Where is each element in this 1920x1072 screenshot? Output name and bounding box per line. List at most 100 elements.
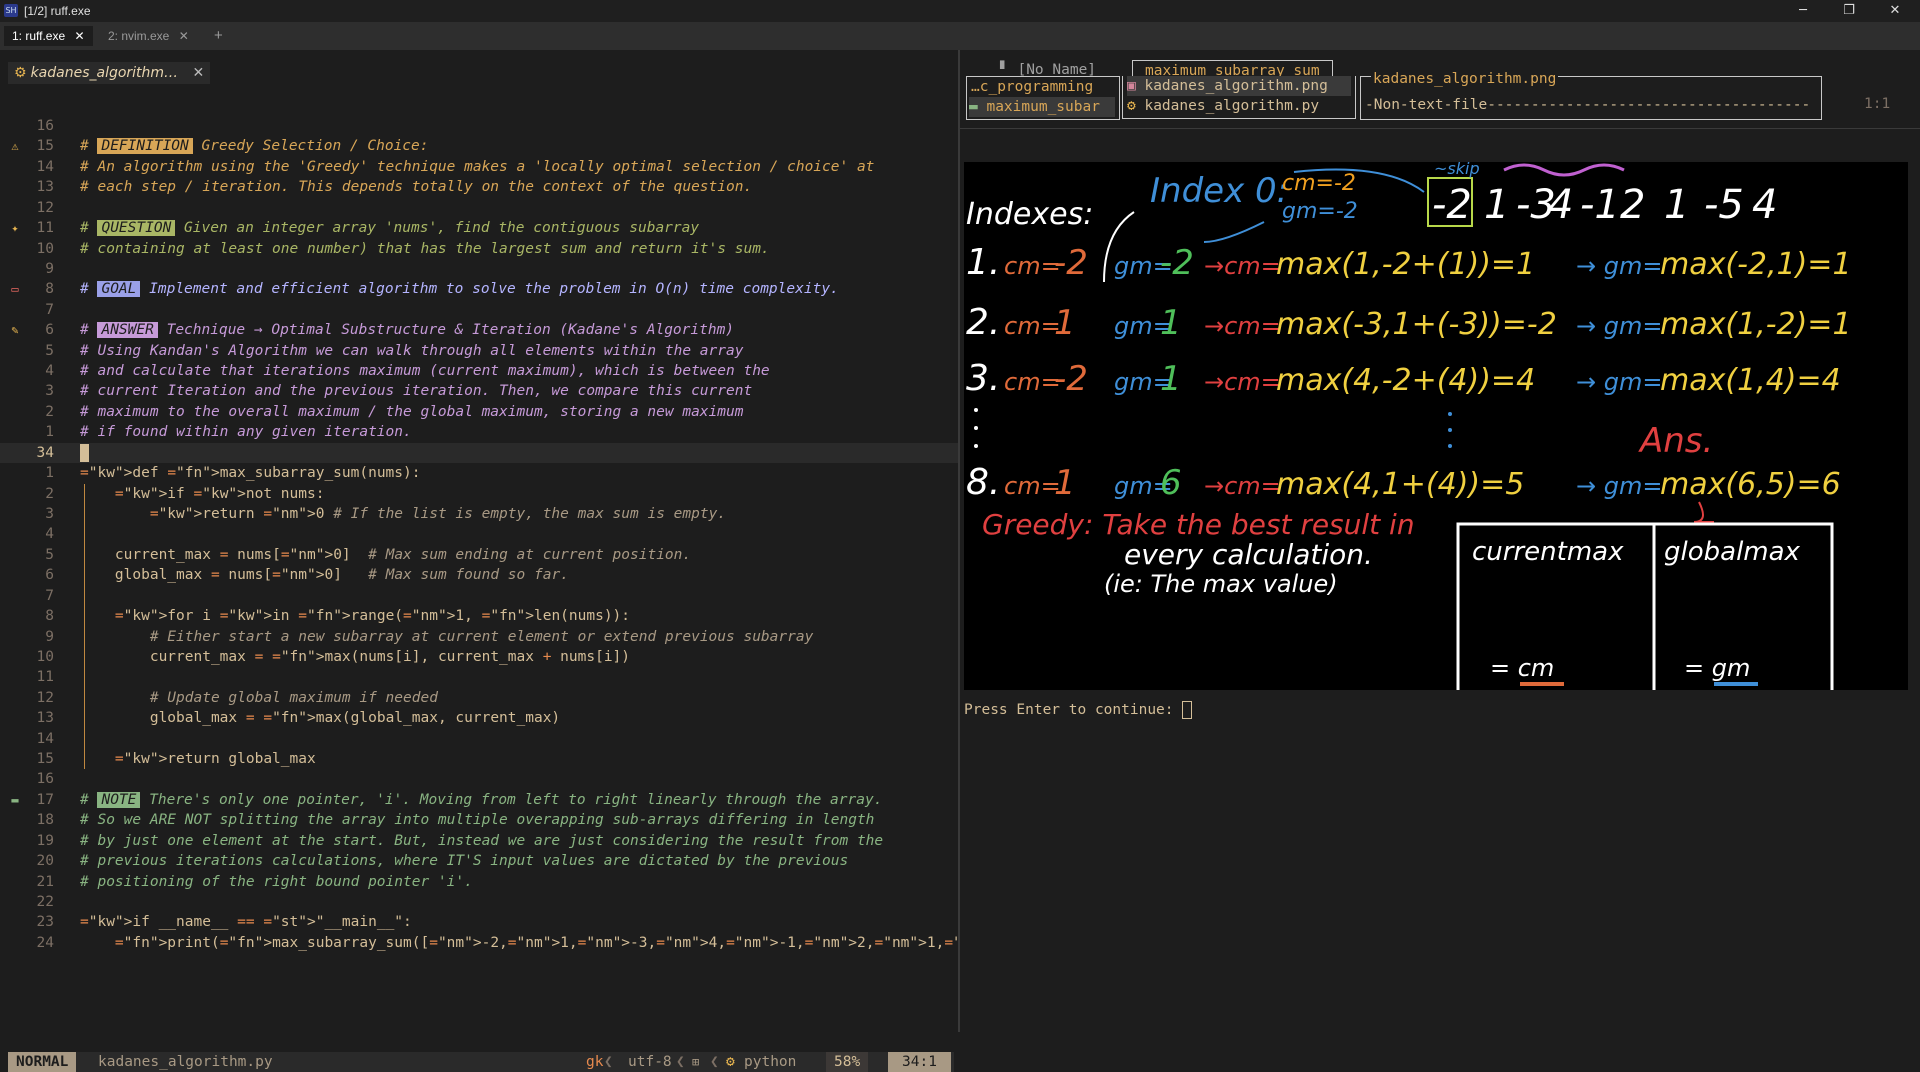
line-text: # An algorithm using the 'Greedy' techni… bbox=[80, 158, 875, 175]
code-line[interactable]: 19 # by just one element at the start. Bu… bbox=[0, 831, 960, 851]
code-line[interactable]: 2 ="kw">if ="kw">not nums: bbox=[0, 484, 960, 504]
code-line[interactable]: 10 # containing at least one number) that… bbox=[0, 239, 960, 259]
current-dir-item[interactable]: ▬ maximum_subar bbox=[969, 97, 1115, 117]
code-line[interactable]: 16 bbox=[0, 769, 960, 789]
code-line[interactable]: 7 bbox=[0, 586, 960, 606]
whiteboard-row-text: 1 bbox=[1054, 463, 1076, 503]
code-line[interactable]: 14 bbox=[0, 729, 960, 749]
whiteboard-row-text: cm= bbox=[1004, 252, 1061, 280]
file-item-png[interactable]: ▣ kadanes_algorithm.png bbox=[1127, 76, 1351, 96]
code-line[interactable]: 15 ="kw">return global_max bbox=[0, 749, 960, 769]
whiteboard-row-text: 2. bbox=[966, 302, 1000, 343]
parent-column[interactable]: …c_programming ▬ maximum_subar bbox=[966, 76, 1120, 120]
minimize-button[interactable]: ─ bbox=[1780, 0, 1826, 22]
code-line[interactable]: 24 ="fn">print(="fn">max_subarray_sum([=… bbox=[0, 933, 1111, 953]
whiteboard-row-text: cm= bbox=[1004, 368, 1061, 396]
files-column[interactable]: ▣ kadanes_algorithm.png ⚙ kadanes_algori… bbox=[1122, 76, 1356, 119]
code-line[interactable]: 21 # positioning of the right bound point… bbox=[0, 872, 960, 892]
index0-label: Index 0: bbox=[1150, 171, 1288, 211]
diagnostic-sign-icon[interactable]: ▭ bbox=[7, 279, 23, 299]
whiteboard-row-text: max(-2,1)=1 bbox=[1660, 247, 1852, 282]
code-line[interactable]: 9 # Either start a new subarray at curre… bbox=[0, 627, 960, 647]
diagnostic-sign-icon[interactable]: ✎ bbox=[7, 320, 23, 340]
editor-pane[interactable]: ⚙ kadanes_algorithm… ✕ 16 15 # DEFINITION G… bbox=[0, 50, 1111, 1072]
code-line[interactable]: 3 ="kw">return ="nm">0 # If the list is … bbox=[0, 504, 960, 524]
buffer-close-icon[interactable]: ✕ bbox=[193, 65, 205, 81]
file-item-py[interactable]: ⚙ kadanes_algorithm.py bbox=[1127, 96, 1319, 116]
maximize-button[interactable]: ❐ bbox=[1826, 0, 1872, 22]
status-filename: kadanes_algorithm.py bbox=[98, 1054, 273, 1070]
new-tab-button[interactable]: + bbox=[206, 26, 231, 46]
code-line[interactable]: 2 # maximum to the overall maximum / the … bbox=[0, 402, 960, 422]
line-number: 12 bbox=[36, 689, 54, 706]
folder-icon: ▬ bbox=[969, 99, 987, 115]
code-line[interactable]: 3 # current Iteration and the previous it… bbox=[0, 381, 960, 401]
diagnostic-sign-icon[interactable]: ⚠ bbox=[7, 136, 23, 156]
code-line[interactable]: 13 global_max = ="fn">max(global_max, cu… bbox=[0, 708, 960, 728]
line-number: 5 bbox=[45, 546, 54, 563]
buffer-tab[interactable]: ⚙ kadanes_algorithm… ✕ bbox=[8, 62, 211, 84]
table-value-current: = cm bbox=[1490, 654, 1554, 682]
code-line[interactable]: 9 bbox=[0, 259, 960, 279]
line-text: ="kw">if __name__ == ="st">"__main__": bbox=[80, 914, 412, 931]
code-line[interactable]: 11 bbox=[0, 667, 960, 687]
parent-dir-item[interactable]: …c_programming bbox=[971, 77, 1093, 97]
window-titlebar: SH [1/2] ruff.exe ─ ❐ ✕ bbox=[0, 0, 1920, 22]
close-window-button[interactable]: ✕ bbox=[1872, 0, 1918, 22]
whiteboard-row-text: 6 bbox=[1160, 463, 1182, 503]
array-value: 4 bbox=[1752, 182, 1777, 228]
code-line[interactable]: 22 bbox=[0, 892, 960, 912]
line-number: 3 bbox=[45, 383, 54, 400]
line-text: # containing at least one number) that h… bbox=[80, 240, 770, 257]
code-line[interactable]: 10 current_max = ="fn">max(nums[i], curr… bbox=[0, 647, 960, 667]
line-number: 5 bbox=[45, 342, 54, 359]
array-value: 1 bbox=[1484, 182, 1509, 228]
code-line[interactable]: 34 bbox=[0, 442, 960, 463]
code-line[interactable]: 12 bbox=[0, 198, 960, 218]
line-number: 2 bbox=[45, 403, 54, 420]
code-line[interactable]: 8 ="kw">for i ="kw">in ="fn">range(="nm"… bbox=[0, 606, 960, 626]
python-icon: ⚙ bbox=[1127, 98, 1145, 114]
code-line[interactable]: 5 current_max = nums[="nm">0] # Max sum … bbox=[0, 545, 960, 565]
code-line[interactable]: 4 bbox=[0, 524, 960, 544]
whiteboard-row-text: 1 bbox=[1160, 359, 1182, 399]
code-line[interactable]: 4 # and calculate that iterations maximum… bbox=[0, 361, 960, 381]
code-line[interactable]: 18 # So we ARE NOT splitting the array in… bbox=[0, 810, 960, 830]
diagnostic-sign-icon[interactable]: ✦ bbox=[7, 218, 23, 238]
line-text: ="kw">for i ="kw">in ="fn">range(="nm">1… bbox=[114, 608, 631, 625]
array-value: 2 bbox=[1620, 182, 1645, 228]
line-number: 23 bbox=[36, 914, 54, 931]
code-line[interactable]: 5 # Using Kandan's Algorithm we can walk … bbox=[0, 341, 960, 361]
code-line[interactable]: 6 global_max = nums[="nm">0] # Max sum f… bbox=[0, 565, 960, 585]
status-filetype: python bbox=[744, 1054, 797, 1070]
tab-label: 2: nvim.exe bbox=[108, 29, 170, 43]
code-line[interactable]: 13 # each step / iteration. This depends … bbox=[0, 177, 960, 197]
code-line[interactable]: 16 bbox=[0, 116, 960, 136]
tab-close-icon[interactable]: ✕ bbox=[179, 29, 189, 43]
line-text: current_max = nums[="nm">0] # Max sum en… bbox=[80, 546, 692, 563]
line-number: 7 bbox=[45, 587, 54, 604]
array-value: -2 bbox=[1432, 182, 1472, 228]
code-line[interactable]: 23 ="kw">if __name__ == ="st">"__main__": bbox=[0, 912, 960, 932]
line-number: 10 bbox=[36, 240, 54, 257]
preview-title: kadanes_algorithm.png bbox=[1371, 69, 1559, 89]
tab-ruff[interactable]: 1: ruff.exe ✕ bbox=[4, 26, 93, 46]
greedy-line1: Greedy: Take the best result in bbox=[982, 508, 1415, 541]
code-line[interactable]: 1 # if found within any given iteration. bbox=[0, 422, 960, 442]
code-line[interactable]: 14 # An algorithm using the 'Greedy' tech… bbox=[0, 157, 960, 177]
code-line[interactable]: 20 # previous iterations calculations, wh… bbox=[0, 851, 960, 871]
tab-nvim[interactable]: 2: nvim.exe ✕ bbox=[100, 26, 197, 46]
line-number: 16 bbox=[36, 771, 54, 788]
line-text bbox=[80, 443, 89, 463]
diagnostic-sign-icon[interactable]: ▬ bbox=[7, 790, 23, 810]
whiteboard-row-text: 1. bbox=[966, 242, 1000, 283]
code-line[interactable]: 1 ="kw">def ="fn">max_subarray_sum(nums): bbox=[0, 463, 960, 483]
code-line[interactable]: 12 # Update global maximum if needed bbox=[0, 688, 960, 708]
line-text: global_max = ="fn">max(global_max, curre… bbox=[80, 710, 561, 727]
line-text: ="kw">if ="kw">not nums: bbox=[114, 485, 325, 502]
whiteboard-row-text: -2 bbox=[1054, 243, 1088, 283]
code-line[interactable]: 7 bbox=[0, 300, 960, 320]
line-number: 15 bbox=[36, 751, 54, 768]
line-number: 14 bbox=[36, 158, 54, 175]
tab-close-icon[interactable]: ✕ bbox=[75, 29, 85, 43]
